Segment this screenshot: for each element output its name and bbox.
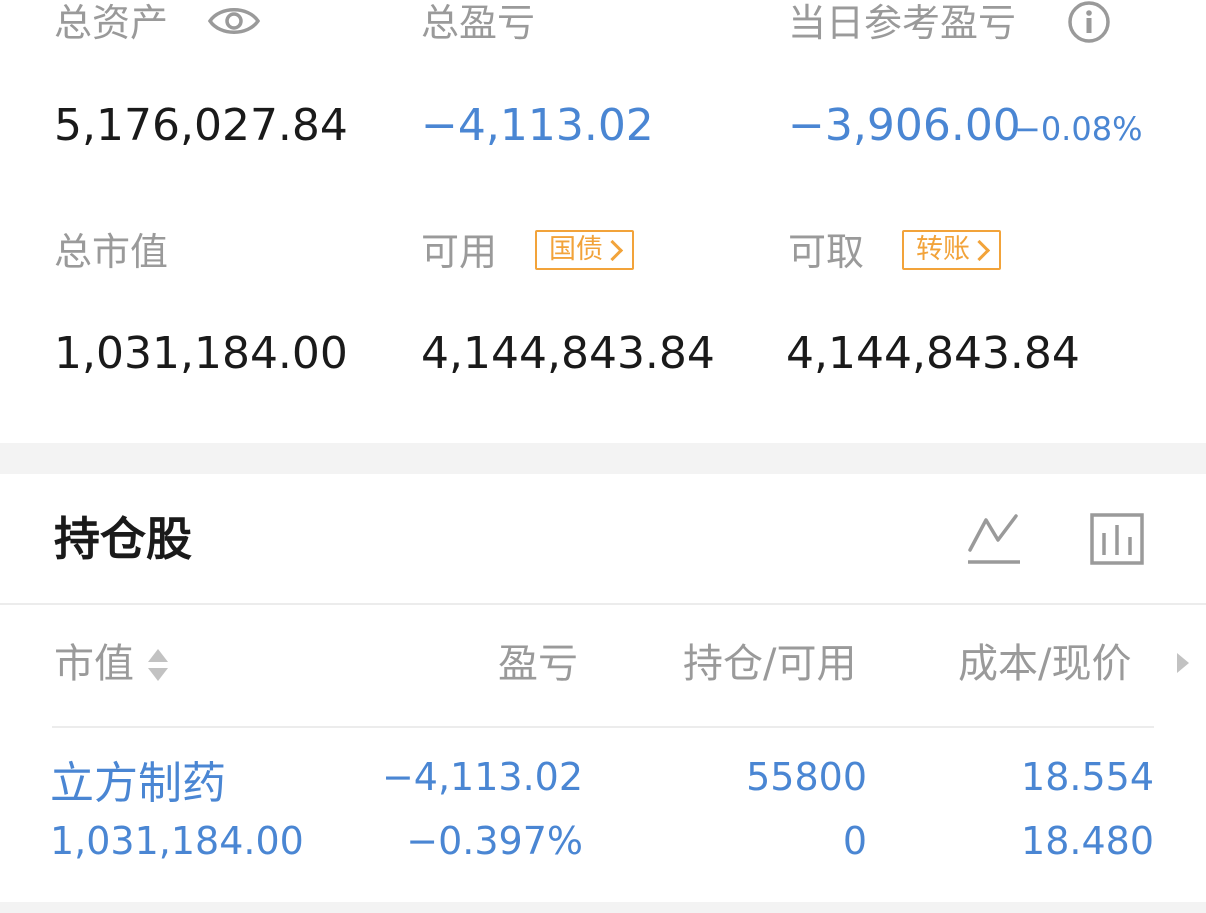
market-value-label: 总市值: [54, 230, 169, 274]
column-header-market-value[interactable]: 市值: [54, 644, 134, 684]
stock-pnl: −4,113.02: [381, 755, 583, 799]
treasury-bond-button[interactable]: 国债: [535, 230, 634, 270]
stock-cost: 18.554: [1021, 755, 1154, 799]
chevron-right-icon: [968, 239, 991, 261]
daily-pnl-value: −3,906.00: [788, 100, 1021, 151]
row-divider: [52, 726, 1154, 728]
daily-pnl-label: 当日参考盈亏: [788, 1, 1017, 45]
column-header-pnl[interactable]: 盈亏: [498, 644, 578, 684]
withdrawable-label: 可取: [788, 230, 865, 274]
stock-pnl-percent: −0.397%: [406, 819, 583, 863]
bottom-separator: [0, 902, 1206, 913]
info-icon[interactable]: [1066, 0, 1112, 46]
chevron-right-icon: [601, 239, 624, 261]
transfer-button[interactable]: 转账: [902, 230, 1001, 270]
daily-pnl-percent: −0.08%: [1014, 110, 1143, 148]
transfer-tag-label: 转账: [916, 234, 970, 265]
total-assets-label: 总资产: [54, 1, 169, 45]
available-value: 4,144,843.84: [421, 328, 715, 379]
table-row[interactable]: 立方制药 1,031,184.00 −4,113.02 −0.397% 5580…: [0, 740, 1206, 900]
caret-right-icon[interactable]: [1174, 650, 1192, 676]
holdings-title: 持仓股: [54, 512, 192, 566]
total-assets-value: 5,176,027.84: [54, 100, 348, 151]
withdrawable-value: 4,144,843.84: [786, 328, 1080, 379]
stock-position: 55800: [746, 755, 867, 799]
line-chart-icon[interactable]: [964, 510, 1024, 568]
treasury-bond-tag-label: 国债: [549, 234, 603, 265]
column-header-position[interactable]: 持仓/可用: [683, 644, 856, 684]
section-separator: [0, 443, 1206, 474]
sort-icon[interactable]: [145, 646, 171, 684]
total-pnl-label: 总盈亏: [421, 1, 536, 45]
available-label: 可用: [421, 230, 498, 274]
stock-available: 0: [842, 819, 867, 863]
column-header-cost-price[interactable]: 成本/现价: [958, 644, 1131, 684]
stock-price: 18.480: [1021, 819, 1154, 863]
stock-name: 立方制药: [50, 758, 226, 809]
total-pnl-value: −4,113.02: [421, 100, 654, 151]
eye-icon[interactable]: [206, 0, 262, 42]
market-value-value: 1,031,184.00: [54, 328, 348, 379]
header-divider: [0, 603, 1206, 605]
bar-chart-icon[interactable]: [1088, 511, 1146, 567]
account-page: 总资产 总盈亏 当日参考盈亏 5,176,027.84 −4,113.02 −3…: [0, 0, 1206, 913]
stock-market-value: 1,031,184.00: [50, 819, 304, 863]
